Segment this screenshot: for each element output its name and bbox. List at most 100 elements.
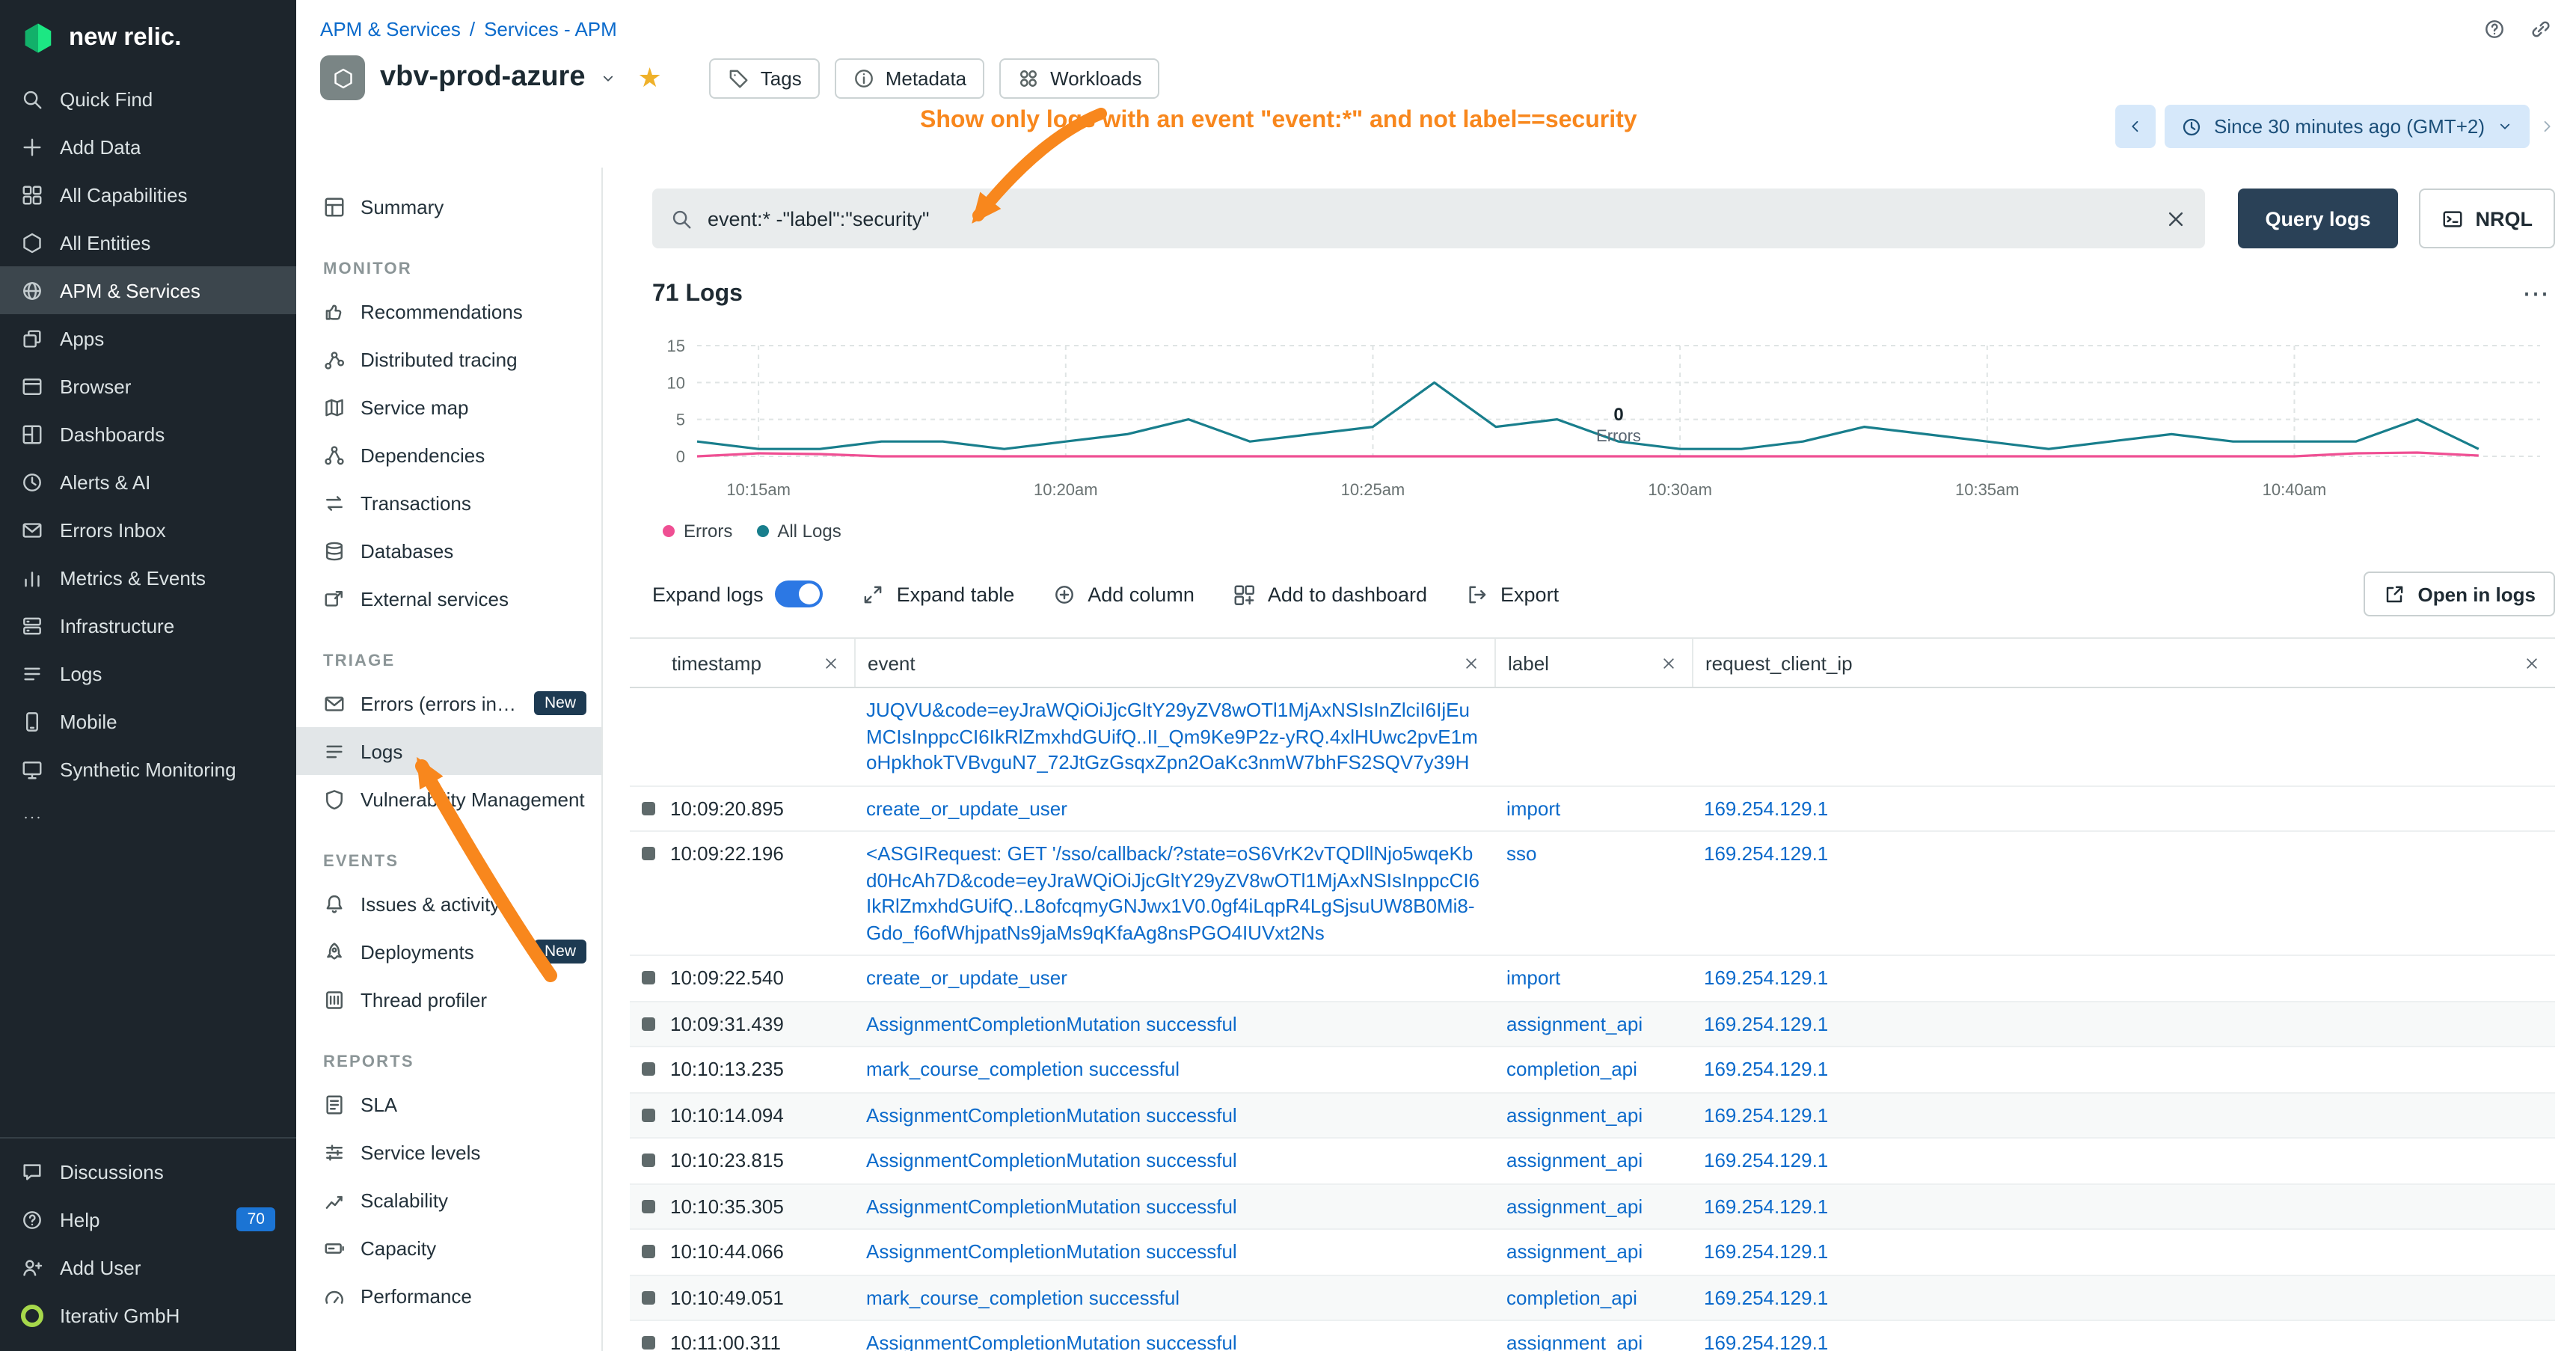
add-to-dashboard-button[interactable]: Add to dashboard	[1233, 583, 1427, 605]
column-header-event[interactable]: event	[854, 639, 1494, 687]
event-link[interactable]: AssignmentCompletionMutation successful	[866, 1012, 1237, 1035]
event-link[interactable]: AssignmentCompletionMutation successful	[866, 1149, 1237, 1171]
subnav-item-thread-profiler[interactable]: Thread profiler	[296, 975, 601, 1023]
subnav-item-performance[interactable]: Performance	[296, 1272, 601, 1320]
expand-table-button[interactable]: Expand table	[862, 583, 1015, 605]
workloads-button[interactable]: Workloads	[999, 58, 1159, 98]
ip-link[interactable]: 169.254.129.1	[1704, 1149, 1828, 1171]
table-row[interactable]: 10:10:13.235 mark_course_completion succ…	[630, 1047, 2555, 1093]
sidebar-item-iterativ-gmbh[interactable]: Iterativ GmbH	[0, 1291, 296, 1339]
row-select-icon[interactable]	[642, 971, 655, 984]
label-link[interactable]: completion_api	[1506, 1286, 1637, 1308]
event-link[interactable]: create_or_update_user	[866, 966, 1067, 989]
time-back-button[interactable]	[2115, 105, 2156, 148]
ip-link[interactable]: 169.254.129.1	[1704, 797, 1828, 819]
ip-link[interactable]: 169.254.129.1	[1704, 1058, 1828, 1080]
ip-link[interactable]: 169.254.129.1	[1704, 1240, 1828, 1263]
table-row[interactable]: JUQVU&code=eyJraWQiOiJjcGltY29yZV8wOTl1M…	[630, 688, 2555, 786]
ip-link[interactable]: 169.254.129.1	[1704, 1012, 1828, 1035]
sidebar-item-help[interactable]: Help70	[0, 1195, 296, 1243]
new-relic-logo[interactable]: new relic.	[0, 0, 296, 75]
sidebar-item-alerts-ai[interactable]: Alerts & AI	[0, 458, 296, 506]
event-link[interactable]: AssignmentCompletionMutation successful	[866, 1103, 1237, 1126]
table-row[interactable]: 10:09:31.439 AssignmentCompletionMutatio…	[630, 1002, 2555, 1047]
remove-column-icon[interactable]	[823, 655, 839, 671]
row-select-icon[interactable]	[642, 1017, 655, 1030]
ip-link[interactable]: 169.254.129.1	[1704, 1103, 1828, 1126]
label-link[interactable]: assignment_api	[1506, 1103, 1643, 1126]
table-row[interactable]: 10:10:49.051 mark_course_completion succ…	[630, 1275, 2555, 1321]
time-forward-button[interactable]	[2539, 118, 2555, 135]
breadcrumb-services-apm[interactable]: Services - APM	[484, 18, 617, 40]
table-row[interactable]: 10:09:22.540 create_or_update_user impor…	[630, 956, 2555, 1002]
subnav-item-vulnerability-management[interactable]: Vulnerability Management	[296, 775, 601, 823]
sidebar-item-discussions[interactable]: Discussions	[0, 1148, 296, 1195]
breadcrumb-apm-services[interactable]: APM & Services	[320, 18, 461, 40]
label-link[interactable]: sso	[1506, 842, 1536, 865]
subnav-item-capacity[interactable]: Capacity	[296, 1224, 601, 1272]
event-link[interactable]: AssignmentCompletionMutation successful	[866, 1240, 1237, 1263]
query-logs-button[interactable]: Query logs	[2238, 189, 2397, 248]
table-row[interactable]: 10:10:35.305 AssignmentCompletionMutatio…	[630, 1184, 2555, 1230]
subnav-item-transactions[interactable]: Transactions	[296, 479, 601, 527]
table-row[interactable]: 10:10:23.815 AssignmentCompletionMutatio…	[630, 1139, 2555, 1184]
subnav-item-issues-activity[interactable]: Issues & activity	[296, 880, 601, 928]
ip-link[interactable]: 169.254.129.1	[1704, 1332, 1828, 1351]
sidebar-item-mobile[interactable]: Mobile	[0, 697, 296, 745]
expand-logs-toggle[interactable]	[776, 580, 824, 607]
event-link[interactable]: JUQVU&code=eyJraWQiOiJjcGltY29yZV8wOTl1M…	[866, 699, 1478, 773]
subnav-item-scalability[interactable]: Scalability	[296, 1176, 601, 1224]
remove-column-icon[interactable]	[2524, 655, 2540, 671]
table-row[interactable]: 10:09:22.196 <ASGIRequest: GET '/sso/cal…	[630, 832, 2555, 956]
label-link[interactable]: completion_api	[1506, 1058, 1637, 1080]
label-link[interactable]: assignment_api	[1506, 1195, 1643, 1217]
table-row[interactable]: 10:10:44.066 AssignmentCompletionMutatio…	[630, 1230, 2555, 1275]
subnav-item-recommendations[interactable]: Recommendations	[296, 287, 601, 335]
label-link[interactable]: import	[1506, 966, 1560, 989]
sidebar-item-synthetic-monitoring[interactable]: Synthetic Monitoring	[0, 745, 296, 793]
row-select-icon[interactable]	[642, 801, 655, 815]
label-link[interactable]: assignment_api	[1506, 1012, 1643, 1035]
column-header-timestamp[interactable]: timestamp	[630, 639, 854, 687]
event-link[interactable]: mark_course_completion successful	[866, 1058, 1180, 1080]
row-select-icon[interactable]	[642, 1062, 655, 1076]
ip-link[interactable]: 169.254.129.1	[1704, 842, 1828, 865]
clear-query-icon[interactable]	[2165, 207, 2187, 230]
nrql-button[interactable]: NRQL	[2419, 189, 2556, 248]
ip-link[interactable]: 169.254.129.1	[1704, 1195, 1828, 1217]
ip-link[interactable]: 169.254.129.1	[1704, 1286, 1828, 1308]
favorite-star-icon[interactable]: ★	[638, 62, 662, 94]
sidebar-item-add-data[interactable]: Add Data	[0, 123, 296, 171]
row-select-icon[interactable]	[642, 1199, 655, 1213]
ip-link[interactable]: 169.254.129.1	[1704, 966, 1828, 989]
time-range-picker[interactable]: Since 30 minutes ago (GMT+2)	[2165, 105, 2530, 148]
help-circle-icon[interactable]	[2483, 18, 2506, 40]
legend-all-logs[interactable]: All Logs	[756, 521, 841, 542]
subnav-item-service-levels[interactable]: Service levels	[296, 1128, 601, 1176]
sidebar-item-apps[interactable]: Apps	[0, 314, 296, 362]
label-link[interactable]: assignment_api	[1506, 1332, 1643, 1351]
table-row[interactable]: 10:11:00.311 AssignmentCompletionMutatio…	[630, 1321, 2555, 1351]
remove-column-icon[interactable]	[1463, 655, 1479, 671]
row-select-icon[interactable]	[642, 1154, 655, 1167]
subnav-item-sla[interactable]: SLA	[296, 1080, 601, 1128]
row-select-icon[interactable]	[642, 1245, 655, 1258]
label-link[interactable]: import	[1506, 797, 1560, 819]
column-header-request-client-ip[interactable]: request_client_ip	[1692, 639, 2555, 687]
event-link[interactable]: AssignmentCompletionMutation successful	[866, 1195, 1237, 1217]
open-in-logs-button[interactable]: Open in logs	[2364, 572, 2555, 616]
row-select-icon[interactable]	[642, 1108, 655, 1121]
sidebar-item-infrastructure[interactable]: Infrastructure	[0, 601, 296, 649]
sidebar-item-more[interactable]	[0, 793, 296, 841]
log-query-input[interactable]	[708, 207, 2150, 230]
row-select-icon[interactable]	[642, 847, 655, 860]
remove-column-icon[interactable]	[1660, 655, 1677, 671]
metadata-button[interactable]: Metadata	[835, 58, 984, 98]
sidebar-item-apm-services[interactable]: APM & Services	[0, 266, 296, 314]
subnav-item-summary[interactable]: Summary	[296, 183, 601, 230]
sidebar-item-quick-find[interactable]: Quick Find	[0, 75, 296, 123]
sidebar-item-add-user[interactable]: Add User	[0, 1243, 296, 1291]
column-header-label[interactable]: label	[1494, 639, 1692, 687]
event-link[interactable]: <ASGIRequest: GET '/sso/callback/?state=…	[866, 842, 1479, 943]
subnav-item-databases[interactable]: Databases	[296, 527, 601, 575]
